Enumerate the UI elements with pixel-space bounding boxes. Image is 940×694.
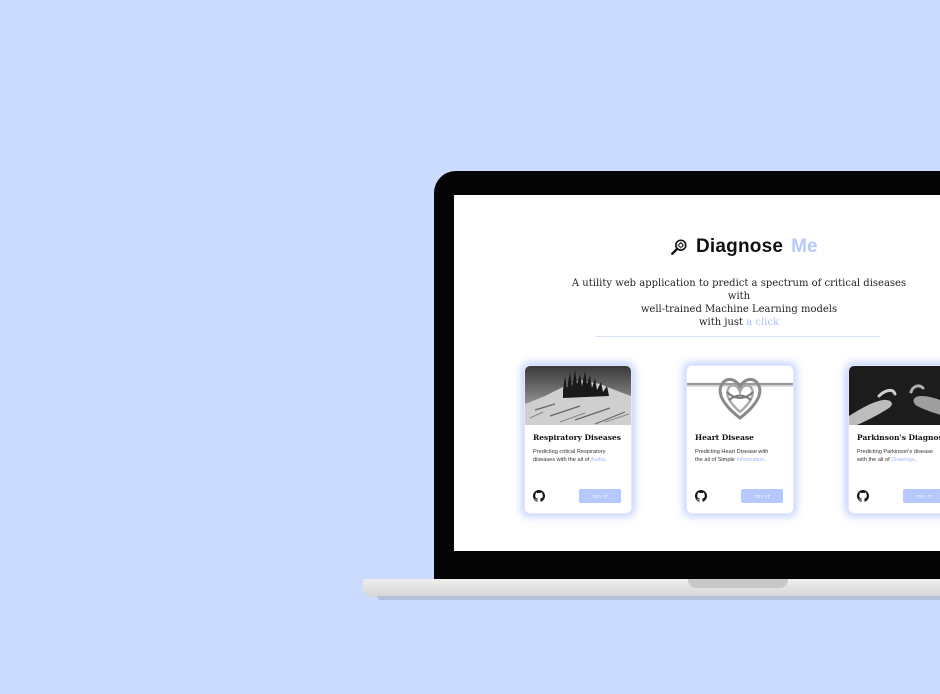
card-title: Heart Disease (695, 433, 754, 442)
card-desc-line2: the ail of Simple Information. (695, 456, 791, 464)
card-title: Respiratory Diseases (533, 433, 621, 442)
card-parkinsons-diagnosis: Parkinson's Diagnosis Predicting Parkins… (848, 365, 940, 514)
card-description: Predicting critical Respiratory diseases… (533, 448, 629, 464)
card-desc-line1: Predicting Heart Disease with (695, 449, 769, 455)
tagline-line1: A utility web application to predict a s… (571, 278, 907, 302)
tagline-line3-prefix: with just (698, 317, 747, 328)
card-image-heart-knot (687, 366, 793, 425)
card-respiratory-diseases: Respiratory Diseases Predicting critical… (524, 365, 632, 514)
card-description: Predicting Parkinson's disease with the … (857, 448, 940, 464)
card-title: Parkinson's Diagnosis (857, 433, 940, 442)
laptop-base (363, 579, 940, 597)
tagline: A utility web application to predict a s… (564, 277, 914, 329)
brand-accent: Me (791, 236, 818, 257)
card-description: Predicting Heart Disease with the ail of… (695, 448, 791, 464)
laptop-notch (688, 579, 788, 588)
card-desc-suffix: . (764, 457, 766, 463)
laptop-base-shadow (377, 596, 940, 600)
github-icon[interactable] (857, 490, 869, 502)
section-divider (596, 336, 880, 337)
tagline-highlight: a click (746, 317, 780, 328)
card-desc-prefix: the ail of Simple (695, 457, 737, 463)
card-desc-suffix: . (604, 457, 607, 463)
try-it-button[interactable]: TRY IT (741, 489, 783, 503)
card-desc-line2: diseases with the ail of Audio. (533, 456, 629, 464)
card-desc-line2: with the ail of Drawings. (857, 456, 940, 464)
card-desc-suffix: . (914, 457, 917, 463)
card-desc-prefix: with the ail of (857, 457, 892, 463)
brand-logo[interactable]: Diagnose Me (670, 235, 818, 259)
github-icon[interactable] (695, 490, 707, 502)
card-image-hands (849, 366, 940, 425)
tagline-line3: with just a click (564, 316, 914, 329)
card-desc-link[interactable]: Drawings (891, 457, 914, 463)
github-icon[interactable] (533, 490, 545, 502)
card-heart-disease: Heart Disease Predicting Heart Disease w… (686, 365, 794, 514)
try-it-button[interactable]: TRY IT (903, 489, 940, 503)
card-desc-prefix: diseases with the ail of (533, 457, 591, 463)
card-desc-link[interactable]: Information (736, 457, 764, 463)
laptop-screen: Diagnose Me A utility web application to … (454, 195, 940, 551)
brand-name: Diagnose (696, 236, 784, 257)
card-desc-line1: Predicting Parkinson's disease (857, 449, 934, 455)
card-desc-link[interactable]: Audio (591, 457, 605, 463)
magnifier-virus-icon (671, 239, 687, 255)
card-desc-line1: Predicting critical Respiratory (533, 449, 606, 455)
try-it-button[interactable]: TRY IT (579, 489, 621, 503)
card-image-forest (525, 366, 631, 425)
tagline-line2: well-trained Machine Learning models (640, 304, 838, 315)
